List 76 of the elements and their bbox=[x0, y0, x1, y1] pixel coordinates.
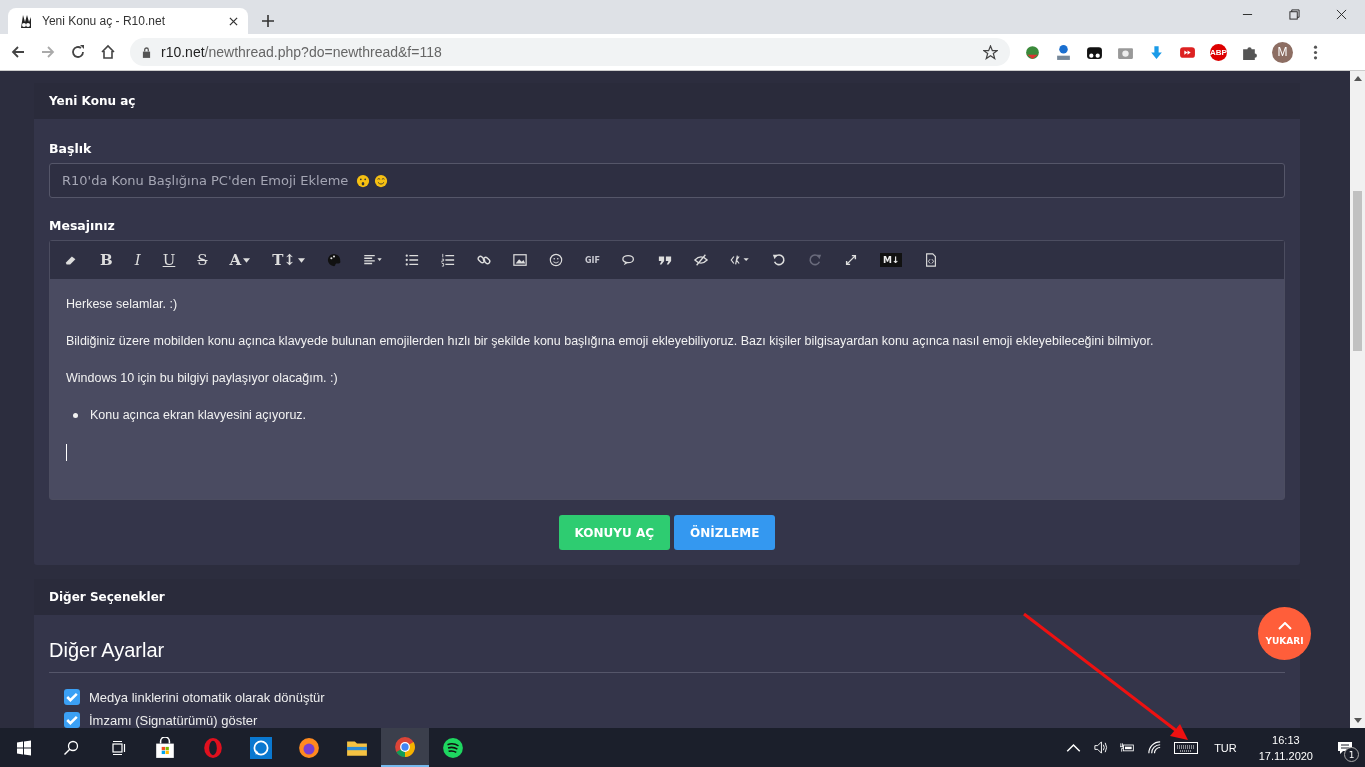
tab-title: Yeni Konu aç - R10.net bbox=[42, 14, 166, 28]
chevron-up-icon bbox=[1277, 621, 1292, 630]
scroll-down-icon[interactable] bbox=[1353, 718, 1362, 723]
scrollbar-thumb[interactable] bbox=[1353, 191, 1362, 351]
profile-avatar[interactable]: M bbox=[1272, 41, 1293, 63]
globe-icon[interactable] bbox=[1024, 43, 1041, 61]
checkbox-label: Medya linklerini otomatik olarak dönüştür bbox=[89, 689, 325, 705]
expand-icon[interactable] bbox=[843, 253, 858, 267]
checkbox[interactable] bbox=[64, 712, 80, 728]
keyboard-icon[interactable] bbox=[1174, 741, 1199, 754]
list-item: Konu açınca ekran klavyesini açıyoruz. bbox=[90, 408, 307, 422]
smiling-emoji-icon bbox=[374, 173, 389, 188]
bullet-icon bbox=[73, 412, 78, 418]
home-icon[interactable] bbox=[100, 44, 116, 60]
format-button[interactable]: U bbox=[162, 251, 176, 269]
undo-icon[interactable] bbox=[771, 253, 786, 267]
firefox-icon bbox=[298, 736, 320, 759]
format-button[interactable]: GIF bbox=[584, 255, 600, 265]
reload-icon[interactable] bbox=[70, 44, 86, 60]
format-button[interactable]: I bbox=[134, 251, 141, 269]
smiley-icon[interactable] bbox=[548, 253, 563, 267]
browser-tab[interactable]: Yeni Konu aç - R10.net bbox=[8, 8, 248, 34]
format-button[interactable]: B bbox=[100, 251, 113, 269]
search-icon[interactable] bbox=[63, 739, 79, 756]
chrome-icon bbox=[394, 735, 416, 758]
link-icon[interactable] bbox=[476, 253, 491, 267]
opera-icon bbox=[202, 736, 224, 759]
address-field[interactable]: r10.net/newthread.php?do=newthread&f=118 bbox=[130, 38, 1010, 66]
wifi-icon[interactable] bbox=[1147, 740, 1163, 755]
format-button[interactable]: A bbox=[229, 251, 242, 269]
clock-time[interactable]: 16:13 bbox=[1272, 733, 1300, 746]
image-icon[interactable] bbox=[512, 253, 527, 267]
comments-icon[interactable] bbox=[621, 253, 636, 267]
close-icon[interactable] bbox=[1336, 9, 1347, 20]
windows-start-icon[interactable] bbox=[16, 739, 32, 756]
hidden-eye-icon[interactable] bbox=[693, 253, 708, 267]
speaker-icon[interactable] bbox=[1093, 740, 1109, 755]
format-button[interactable]: M↓ bbox=[879, 253, 903, 267]
checkbox-label: İmzamı (Signatürümü) göster bbox=[89, 712, 258, 728]
format-button[interactable]: S bbox=[197, 251, 208, 269]
message-editor[interactable] bbox=[50, 279, 1284, 499]
spotify-icon bbox=[442, 736, 464, 759]
caret-icon[interactable] bbox=[297, 257, 305, 263]
numbered-list-icon[interactable] bbox=[440, 253, 455, 267]
align-dropdown-icon[interactable] bbox=[362, 253, 383, 267]
title-field[interactable]: R10'da Konu Başlığına PC'den Emoji Ekleme bbox=[49, 163, 1285, 198]
bullet-list-icon[interactable] bbox=[404, 253, 419, 267]
restore-icon[interactable] bbox=[1289, 9, 1300, 20]
field-label: Mesajınız bbox=[49, 218, 115, 233]
bookmark-star-icon[interactable] bbox=[983, 44, 998, 60]
back-icon[interactable] bbox=[10, 44, 26, 60]
close-icon[interactable] bbox=[229, 16, 238, 26]
paragraph: Windows 10 için bu bilgiyi paylaşıyor olacağım. :) bbox=[66, 371, 338, 385]
clock-date[interactable]: 17.11.2020 bbox=[1258, 749, 1313, 762]
adblock-button[interactable]: ABP bbox=[1210, 43, 1227, 61]
battery-icon[interactable] bbox=[1120, 740, 1136, 755]
input-language[interactable]: TUR bbox=[1214, 741, 1237, 754]
format-button[interactable]: T↕ bbox=[272, 251, 296, 269]
panel-title: Yeni Konu aç bbox=[49, 94, 136, 108]
surprised-emoji-icon bbox=[356, 173, 371, 188]
caret-icon[interactable] bbox=[243, 257, 251, 263]
code-dropdown-icon[interactable] bbox=[729, 253, 750, 267]
lock-icon bbox=[142, 46, 151, 58]
new-tab-icon[interactable] bbox=[262, 15, 274, 27]
text-cursor bbox=[66, 444, 67, 461]
shopping-bag-icon bbox=[154, 736, 176, 759]
notification-count: 1 bbox=[1344, 747, 1359, 762]
field-label: Başlık bbox=[49, 141, 92, 156]
scroll-up-icon[interactable] bbox=[1353, 76, 1362, 81]
task-view-icon[interactable] bbox=[110, 739, 126, 756]
checkbox[interactable] bbox=[64, 689, 80, 705]
panel-title: Diğer Seçenekler bbox=[49, 590, 165, 604]
paragraph: Bildiğiniz üzere mobilden konu açınca klavyede bulunan emojilerden hızlı bir şekilde konu başlığına emoji ekleyebiliyoruz. Bazı kişiler bilgisayardan konu açınca nasıl emoji ekleyebileceğini bilmiyor. bbox=[66, 334, 1154, 348]
document-icon[interactable] bbox=[924, 253, 939, 267]
paragraph: Herkese selamlar. :) bbox=[66, 297, 178, 311]
palette-icon[interactable] bbox=[326, 253, 341, 267]
